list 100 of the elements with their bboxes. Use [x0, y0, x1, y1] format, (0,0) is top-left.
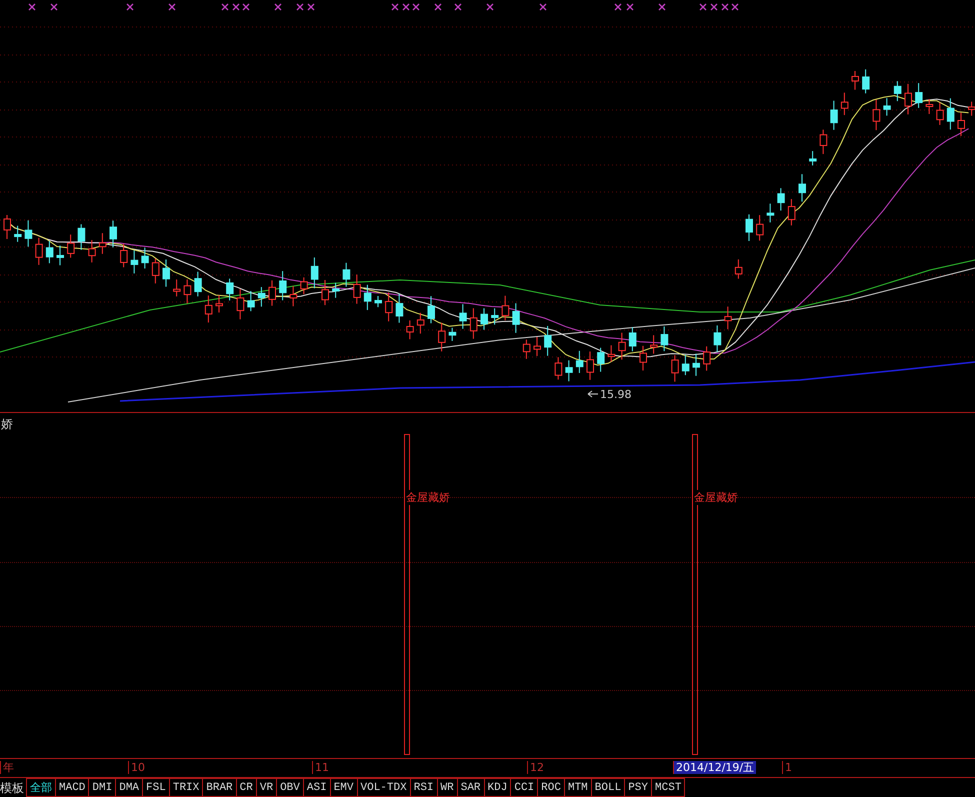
candlestick — [459, 304, 467, 330]
candlestick — [502, 295, 510, 321]
candlestick — [226, 278, 234, 301]
candlestick — [714, 324, 722, 353]
indicator-tab[interactable]: MTM — [564, 778, 592, 797]
candlestick — [788, 198, 796, 226]
indicator-tab[interactable]: MCST — [652, 778, 686, 797]
axis-label: 12 — [527, 761, 546, 774]
candlestick — [236, 288, 244, 320]
candlestick — [872, 99, 880, 131]
candlestick — [110, 220, 117, 248]
candlestick — [862, 68, 870, 94]
candlestick — [576, 350, 584, 374]
axis-label: 11 — [312, 761, 331, 774]
indicator-tab[interactable]: DMI — [89, 778, 116, 797]
candlestick — [480, 308, 488, 330]
candlestick — [946, 98, 954, 130]
candlestick — [936, 102, 944, 126]
indicator-tab[interactable]: PSY — [625, 778, 652, 797]
indicator-tab[interactable]: EMV — [330, 778, 358, 797]
indicator-tab[interactable]: VR — [256, 778, 278, 797]
candlestick — [46, 240, 54, 264]
candlestick — [703, 346, 711, 372]
candlestick — [820, 129, 828, 155]
candlestick — [926, 98, 934, 114]
indicator-tab[interactable]: CR — [236, 778, 257, 797]
candlestick — [204, 295, 212, 323]
candlestick — [300, 276, 308, 295]
candlestick — [24, 220, 32, 248]
candlestick — [279, 270, 287, 301]
candlestick — [290, 286, 298, 307]
candlestick — [565, 360, 573, 382]
candlestick — [809, 150, 817, 166]
indicator-tab[interactable]: FSL — [143, 778, 170, 797]
signal-label: 金屋藏娇 — [406, 490, 450, 505]
candlestick — [4, 214, 11, 240]
candlestick — [798, 174, 806, 202]
candlestick — [586, 351, 594, 380]
panel-title: 娇 — [1, 416, 13, 433]
candlestick — [640, 345, 647, 372]
indicator-tab[interactable]: VOL-TDX — [358, 778, 411, 797]
candlestick — [374, 295, 382, 308]
candlestick — [35, 237, 43, 266]
candlestick — [671, 354, 679, 382]
indicator-tab[interactable]: BRAR — [203, 778, 237, 797]
candlestick — [322, 279, 329, 306]
indicator-tab[interactable]: DMA — [116, 778, 144, 797]
indicator-tab[interactable]: TRIX — [170, 778, 204, 797]
candlestick — [247, 290, 255, 312]
indicator-tab[interactable]: 全部 — [27, 778, 56, 797]
candlestick — [396, 293, 404, 324]
indicator-tab[interactable]: KDJ — [484, 778, 512, 797]
indicator-tab[interactable]: ROC — [538, 778, 565, 797]
candlestick — [268, 280, 276, 306]
arrow-icon — [588, 390, 598, 398]
indicator-tab[interactable]: ASI — [304, 778, 331, 797]
candlestick — [724, 306, 732, 330]
candlestick — [840, 92, 848, 116]
candlestick — [894, 80, 902, 102]
candlestick — [777, 188, 785, 212]
candlestick — [830, 100, 838, 130]
candlestick — [512, 302, 520, 334]
candlestick — [682, 354, 690, 376]
candlestick — [98, 232, 106, 254]
candlestick — [428, 296, 435, 324]
indicator-tab[interactable]: MACD — [56, 778, 90, 797]
candlestick — [406, 320, 414, 340]
candlestick — [438, 322, 446, 352]
candlestick — [904, 83, 912, 115]
candlestick — [448, 327, 456, 342]
candlestick — [554, 356, 562, 380]
axis-label: 10 — [128, 761, 147, 774]
candlestick — [915, 82, 923, 108]
candlestick — [628, 326, 636, 352]
candlestick — [364, 284, 372, 311]
candlestick — [332, 282, 340, 298]
candlestick — [14, 225, 22, 242]
indicator-tab[interactable]: SAR — [458, 778, 485, 797]
axis-label: 年 — [0, 761, 16, 774]
candlestick — [78, 224, 86, 250]
candlestick — [958, 112, 965, 137]
candlestick — [416, 312, 424, 334]
indicator-tab[interactable]: CCI — [511, 778, 538, 797]
candlestick — [342, 262, 350, 288]
indicator-tab[interactable]: OBV — [277, 778, 304, 797]
candlestick — [173, 278, 181, 297]
candlestick — [130, 250, 138, 274]
indicator-tab[interactable]: WR — [438, 778, 458, 797]
candlestick — [756, 214, 764, 242]
indicator-tab[interactable]: BOLL — [592, 778, 626, 797]
candlestick — [692, 353, 700, 376]
candlestick — [746, 214, 753, 242]
candlestick — [470, 308, 478, 340]
candlestick — [120, 243, 128, 268]
candlestick — [152, 258, 160, 284]
candlestick — [608, 344, 616, 362]
cursor-date-label: 2014/12/19/五 — [673, 761, 756, 774]
candlestick — [194, 271, 202, 297]
candlestick — [852, 70, 859, 90]
indicator-tab[interactable]: RSI — [410, 778, 438, 797]
